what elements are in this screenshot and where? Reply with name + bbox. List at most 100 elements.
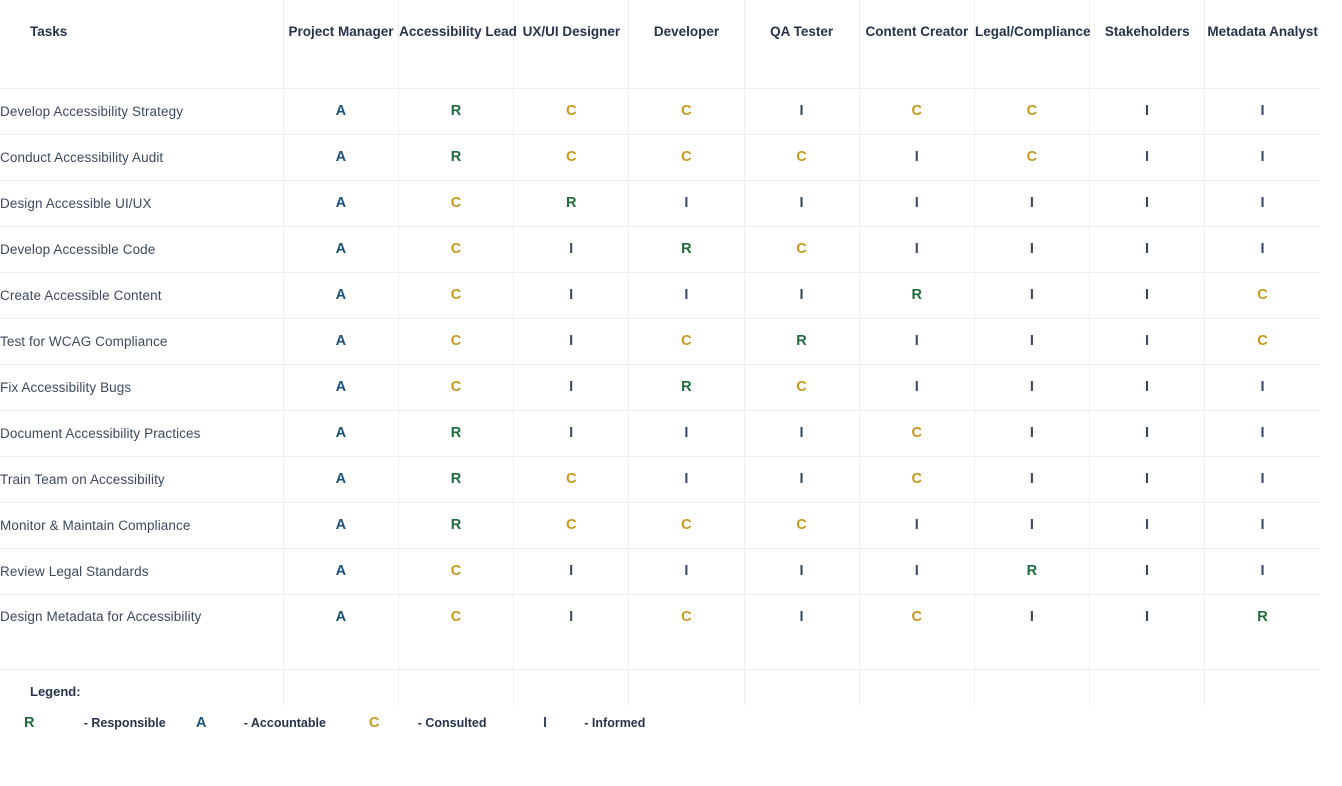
raci-cell: C bbox=[513, 456, 630, 503]
column-header-project-manager: Project Manager bbox=[283, 0, 400, 89]
legend-key-strip: R - Responsible A - Accountable C - Cons… bbox=[0, 713, 1320, 753]
table-row: Conduct Accessibility Audit A R C C C I … bbox=[0, 134, 1320, 181]
raci-cell: I bbox=[974, 272, 1091, 319]
raci-cell: I bbox=[1089, 502, 1206, 549]
raci-cell: R bbox=[628, 364, 745, 411]
legend-spacer-cell bbox=[1089, 669, 1206, 705]
raci-cell: C bbox=[398, 594, 515, 670]
raci-cell: R bbox=[398, 502, 515, 549]
legend-label-consulted: - Consulted bbox=[417, 716, 487, 730]
raci-cell: C bbox=[513, 88, 630, 135]
table-body: Develop Accessibility Strategy A R C C I… bbox=[0, 88, 1320, 705]
table-row: Monitor & Maintain Compliance A R C C C … bbox=[0, 502, 1320, 549]
task-label: Test for WCAG Compliance bbox=[0, 318, 284, 365]
raci-cell: I bbox=[513, 410, 630, 457]
raci-cell: R bbox=[859, 272, 975, 319]
raci-cell: I bbox=[513, 548, 630, 595]
raci-cell: I bbox=[1204, 502, 1320, 549]
task-label: Conduct Accessibility Audit bbox=[0, 134, 284, 181]
raci-cell: I bbox=[1089, 226, 1206, 273]
task-label: Review Legal Standards bbox=[0, 548, 284, 595]
legend-spacer-cell bbox=[1205, 669, 1320, 705]
column-header-legal-compliance: Legal/Compliance bbox=[974, 0, 1090, 89]
table-row: Develop Accessible Code A C I R C I I I … bbox=[0, 226, 1320, 273]
raci-cell: A bbox=[283, 594, 400, 670]
table-row: Review Legal Standards A C I I I I R I I bbox=[0, 548, 1320, 595]
raci-cell: I bbox=[1204, 180, 1320, 227]
raci-cell: A bbox=[283, 318, 400, 365]
legend-spacer-cell bbox=[859, 669, 975, 705]
table-row: Test for WCAG Compliance A C I C R I I I… bbox=[0, 318, 1320, 365]
raci-cell: A bbox=[283, 456, 400, 503]
raci-cell: I bbox=[513, 226, 630, 273]
raci-cell: I bbox=[1204, 134, 1320, 181]
legend-item-informed: I - Informed bbox=[543, 713, 645, 733]
raci-cell: I bbox=[513, 318, 630, 365]
raci-cell: R bbox=[974, 548, 1091, 595]
raci-cell: C bbox=[513, 134, 630, 181]
raci-cell: I bbox=[513, 594, 630, 670]
raci-cell: I bbox=[974, 410, 1091, 457]
raci-cell: I bbox=[859, 226, 975, 273]
raci-cell: A bbox=[283, 364, 400, 411]
raci-cell: R bbox=[398, 134, 515, 181]
raci-cell: I bbox=[1204, 456, 1320, 503]
raci-cell: I bbox=[1089, 364, 1206, 411]
raci-cell: R bbox=[398, 456, 515, 503]
legend-spacer-cell bbox=[283, 669, 400, 705]
legend-spacer-cell bbox=[513, 669, 630, 705]
legend-spacer-cell bbox=[744, 669, 860, 705]
raci-cell: C bbox=[1204, 318, 1320, 365]
raci-cell: I bbox=[744, 272, 860, 319]
table-row: Design Accessible UI/UX A C R I I I I I … bbox=[0, 180, 1320, 227]
task-label: Train Team on Accessibility bbox=[0, 456, 284, 503]
raci-cell: C bbox=[398, 318, 515, 365]
table-row: Design Metadata for Accessibility A C I … bbox=[0, 594, 1320, 670]
raci-cell: I bbox=[974, 180, 1091, 227]
column-header-stakeholders: Stakeholders bbox=[1089, 0, 1206, 89]
raci-cell: A bbox=[283, 134, 400, 181]
column-header-qa-tester: QA Tester bbox=[744, 0, 860, 89]
header-row: Tasks Project Manager Accessibility Lead… bbox=[0, 0, 1320, 89]
raci-cell: I bbox=[1089, 548, 1206, 595]
raci-cell: I bbox=[1204, 364, 1320, 411]
legend-key-consulted: C bbox=[369, 715, 380, 731]
raci-cell: C bbox=[398, 272, 515, 319]
column-header-developer: Developer bbox=[628, 0, 745, 89]
raci-matrix-page: Tasks Project Manager Accessibility Lead… bbox=[0, 0, 1342, 786]
task-label: Create Accessible Content bbox=[0, 272, 284, 319]
task-label: Develop Accessible Code bbox=[0, 226, 284, 273]
raci-cell: I bbox=[1089, 410, 1206, 457]
legend-label-accountable: - Accountable bbox=[243, 716, 326, 730]
raci-cell: I bbox=[859, 134, 975, 181]
raci-cell: I bbox=[1089, 88, 1206, 135]
raci-cell: I bbox=[859, 180, 975, 227]
raci-cell: R bbox=[628, 226, 745, 273]
raci-cell: I bbox=[1089, 318, 1206, 365]
task-label: Monitor & Maintain Compliance bbox=[0, 502, 284, 549]
raci-matrix-table: Tasks Project Manager Accessibility Lead… bbox=[0, 0, 1320, 705]
raci-cell: I bbox=[744, 594, 860, 670]
raci-cell: A bbox=[283, 410, 400, 457]
raci-cell: C bbox=[628, 134, 745, 181]
raci-cell: R bbox=[398, 410, 515, 457]
task-label: Design Metadata for Accessibility bbox=[0, 594, 284, 670]
raci-cell: I bbox=[513, 364, 630, 411]
raci-cell: I bbox=[628, 548, 745, 595]
raci-cell: C bbox=[859, 88, 975, 135]
raci-cell: I bbox=[1089, 456, 1206, 503]
raci-cell: A bbox=[283, 180, 400, 227]
raci-cell: I bbox=[513, 272, 630, 319]
raci-cell: C bbox=[398, 548, 515, 595]
raci-cell: A bbox=[283, 226, 400, 273]
raci-cell: I bbox=[1204, 410, 1320, 457]
raci-cell: I bbox=[1089, 180, 1206, 227]
raci-cell: C bbox=[513, 502, 630, 549]
raci-cell: I bbox=[974, 502, 1091, 549]
legend-spacer-cell bbox=[398, 669, 515, 705]
raci-cell: I bbox=[1204, 548, 1320, 595]
table-row: Train Team on Accessibility A R C I I C … bbox=[0, 456, 1320, 503]
raci-cell: C bbox=[744, 134, 860, 181]
raci-cell: R bbox=[513, 180, 630, 227]
raci-cell: I bbox=[1089, 594, 1206, 670]
